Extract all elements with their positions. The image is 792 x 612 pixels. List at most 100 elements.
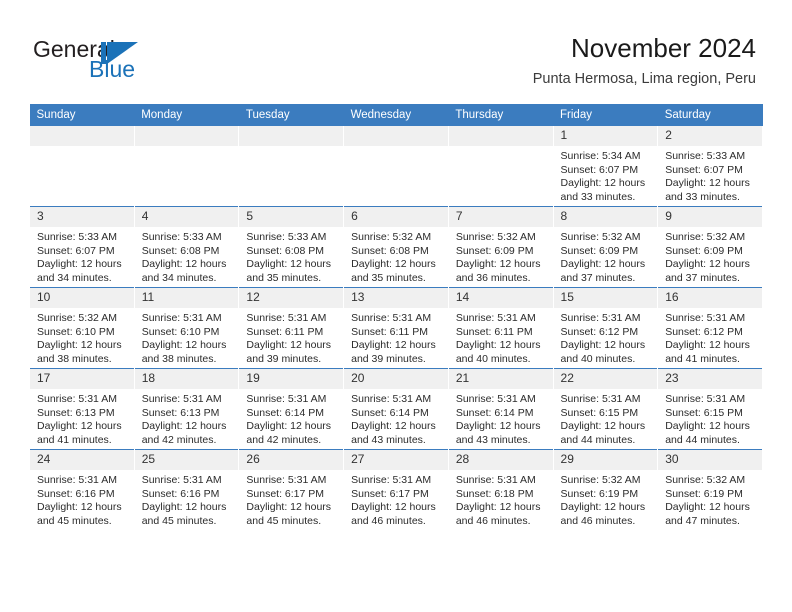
calendar-day-cell[interactable]: 14 Sunrise: 5:31 AM Sunset: 6:11 PM Dayligh… [447,287,554,369]
sunrise-text: Sunrise: 5:32 AM [351,231,432,243]
sunrise-text: Sunrise: 5:31 AM [37,393,117,405]
calendar-day-cell[interactable]: 30 Sunrise: 5:32 AM Sunset: 6:19 PM Dayligh… [657,449,763,530]
daylight-text: Daylight: 12 hours and 36 minutes. [455,258,541,284]
calendar-day-cell[interactable]: 10 Sunrise: 5:32 AM Sunset: 6:10 PM Dayligh… [29,287,135,369]
day-number: 24 [30,450,134,470]
sunset-text: Sunset: 6:08 PM [246,244,325,257]
calendar-day-cell[interactable]: 3 Sunrise: 5:33 AM Sunset: 6:07 PM Daylight… [29,206,135,288]
daylight-text: Daylight: 12 hours and 45 minutes. [141,501,227,527]
daylight-text: Daylight: 12 hours and 40 minutes. [560,339,646,365]
day-number [344,126,448,146]
day-sun-info: Sunrise: 5:31 AM Sunset: 6:12 PM Daylight:… [554,308,658,366]
daylight-text: Daylight: 12 hours and 43 minutes. [351,420,436,446]
sunset-text: Sunset: 6:07 PM [665,163,743,176]
calendar-day-cell[interactable]: 23 Sunrise: 5:31 AM Sunset: 6:15 PM Dayligh… [657,368,763,450]
sunset-text: Sunset: 6:17 PM [246,487,325,500]
daylight-text: Daylight: 12 hours and 45 minutes. [37,501,122,527]
calendar-day-cell[interactable]: 2 Sunrise: 5:33 AM Sunset: 6:07 PM Daylight… [657,126,763,207]
day-sun-info: Sunrise: 5:31 AM Sunset: 6:10 PM Daylight:… [135,308,239,366]
calendar-day-cell[interactable]: 9 Sunrise: 5:32 AM Sunset: 6:09 PM Daylight… [657,206,763,288]
day-number: 27 [344,450,448,470]
daylight-text: Daylight: 12 hours and 43 minutes. [455,420,541,446]
day-number: 29 [553,450,658,470]
day-number [239,126,344,146]
calendar-day-cell[interactable]: 4 Sunrise: 5:33 AM Sunset: 6:08 PM Daylight… [133,206,240,288]
sunrise-text: Sunrise: 5:32 AM [560,231,641,243]
sunrise-text: Sunrise: 5:31 AM [351,393,432,405]
day-number: 12 [239,288,344,308]
sunset-text: Sunset: 6:13 PM [141,406,220,419]
calendar-day-cell[interactable]: 22 Sunrise: 5:31 AM Sunset: 6:15 PM Dayligh… [552,368,659,450]
sunrise-text: Sunrise: 5:32 AM [37,312,117,324]
calendar-week-row: 10 Sunrise: 5:32 AM Sunset: 6:10 PM Dayligh… [29,287,763,369]
day-sun-info: Sunrise: 5:31 AM Sunset: 6:16 PM Daylight:… [30,470,134,528]
day-number: 2 [658,126,762,146]
daylight-text: Daylight: 12 hours and 34 minutes. [141,258,227,284]
calendar-day-cell[interactable]: 16 Sunrise: 5:31 AM Sunset: 6:12 PM Dayligh… [657,287,763,369]
day-number: 30 [658,450,762,470]
daylight-text: Daylight: 12 hours and 42 minutes. [141,420,227,446]
day-sun-info: Sunrise: 5:32 AM Sunset: 6:09 PM Daylight:… [449,227,553,285]
day-number: 1 [553,126,658,146]
brand-logo[interactable]: General Blue [33,37,243,89]
sunrise-text: Sunrise: 5:32 AM [560,474,641,486]
calendar-day-cell[interactable]: 7 Sunrise: 5:32 AM Sunset: 6:09 PM Daylight… [447,206,554,288]
sunset-text: Sunset: 6:19 PM [560,487,639,500]
calendar-day-cell[interactable]: 24 Sunrise: 5:31 AM Sunset: 6:16 PM Dayligh… [29,449,135,530]
day-number: 5 [239,207,344,227]
day-sun-info: Sunrise: 5:33 AM Sunset: 6:08 PM Daylight:… [135,227,239,285]
calendar-day-cell[interactable]: 21 Sunrise: 5:31 AM Sunset: 6:14 PM Dayligh… [447,368,554,450]
calendar-day-cell[interactable]: 11 Sunrise: 5:31 AM Sunset: 6:10 PM Dayligh… [133,287,240,369]
calendar-day-cell[interactable]: 17 Sunrise: 5:31 AM Sunset: 6:13 PM Dayligh… [29,368,135,450]
sunrise-text: Sunrise: 5:31 AM [37,474,117,486]
daylight-text: Daylight: 12 hours and 44 minutes. [560,420,646,446]
daylight-text: Daylight: 12 hours and 41 minutes. [37,420,122,446]
day-sun-info: Sunrise: 5:34 AM Sunset: 6:07 PM Daylight:… [554,146,658,204]
day-sun-info: Sunrise: 5:31 AM Sunset: 6:11 PM Daylight:… [344,308,448,366]
sunset-text: Sunset: 6:08 PM [141,244,220,257]
calendar-day-cell[interactable]: 29 Sunrise: 5:32 AM Sunset: 6:19 PM Dayligh… [552,449,659,530]
calendar-day-cell[interactable]: 25 Sunrise: 5:31 AM Sunset: 6:16 PM Dayligh… [133,449,240,530]
day-sun-info: Sunrise: 5:33 AM Sunset: 6:07 PM Daylight:… [30,227,134,285]
daylight-text: Daylight: 12 hours and 39 minutes. [351,339,436,365]
sunrise-text: Sunrise: 5:31 AM [455,393,536,405]
calendar-day-cell[interactable]: 8 Sunrise: 5:32 AM Sunset: 6:09 PM Daylight… [552,206,659,288]
day-number: 16 [658,288,762,308]
sunset-text: Sunset: 6:11 PM [455,325,533,338]
calendar-day-cell[interactable]: 1 Sunrise: 5:34 AM Sunset: 6:07 PM Daylight… [552,126,659,207]
calendar-day-cell[interactable]: 20 Sunrise: 5:31 AM Sunset: 6:14 PM Dayligh… [343,368,449,450]
day-sun-info: Sunrise: 5:31 AM Sunset: 6:11 PM Daylight:… [239,308,343,366]
day-number: 14 [448,288,553,308]
day-sun-info: Sunrise: 5:31 AM Sunset: 6:14 PM Daylight:… [239,389,343,447]
calendar-day-cell[interactable]: 28 Sunrise: 5:31 AM Sunset: 6:18 PM Dayligh… [447,449,554,530]
calendar-day-cell[interactable]: 18 Sunrise: 5:31 AM Sunset: 6:13 PM Dayligh… [133,368,240,450]
sunrise-text: Sunrise: 5:32 AM [665,231,746,243]
daylight-text: Daylight: 12 hours and 34 minutes. [37,258,122,284]
calendar-day-cell[interactable]: 26 Sunrise: 5:31 AM Sunset: 6:17 PM Dayligh… [238,449,345,530]
calendar-day-cell[interactable]: 12 Sunrise: 5:31 AM Sunset: 6:11 PM Dayligh… [238,287,345,369]
sunset-text: Sunset: 6:07 PM [560,163,639,176]
calendar-day-cell[interactable]: 6 Sunrise: 5:32 AM Sunset: 6:08 PM Daylight… [343,206,449,288]
day-sun-info: Sunrise: 5:31 AM Sunset: 6:18 PM Daylight:… [449,470,553,528]
calendar-day-cell[interactable]: 13 Sunrise: 5:31 AM Sunset: 6:11 PM Dayligh… [343,287,449,369]
daylight-text: Daylight: 12 hours and 37 minutes. [560,258,646,284]
daylight-text: Daylight: 12 hours and 38 minutes. [37,339,122,365]
sunrise-text: Sunrise: 5:33 AM [246,231,327,243]
daylight-text: Daylight: 12 hours and 37 minutes. [665,258,750,284]
sunrise-text: Sunrise: 5:31 AM [246,312,327,324]
day-sun-info: Sunrise: 5:31 AM Sunset: 6:11 PM Daylight:… [449,308,553,366]
day-number: 10 [30,288,134,308]
day-number: 23 [658,369,762,389]
day-sun-info: Sunrise: 5:32 AM Sunset: 6:19 PM Daylight:… [554,470,658,528]
weekday-header-monday: Monday [134,104,239,126]
calendar-day-cell[interactable]: 27 Sunrise: 5:31 AM Sunset: 6:17 PM Dayligh… [343,449,449,530]
calendar-day-cell[interactable]: 5 Sunrise: 5:33 AM Sunset: 6:08 PM Daylight… [238,206,345,288]
calendar-day-cell[interactable]: 15 Sunrise: 5:31 AM Sunset: 6:12 PM Dayligh… [552,287,659,369]
calendar-day-cell[interactable]: 19 Sunrise: 5:31 AM Sunset: 6:14 PM Dayligh… [238,368,345,450]
daylight-text: Daylight: 12 hours and 46 minutes. [560,501,646,527]
day-number [134,126,239,146]
sunrise-text: Sunrise: 5:34 AM [560,150,641,162]
sunrise-text: Sunrise: 5:31 AM [141,474,222,486]
daylight-text: Daylight: 12 hours and 38 minutes. [141,339,227,365]
daylight-text: Daylight: 12 hours and 45 minutes. [246,501,332,527]
